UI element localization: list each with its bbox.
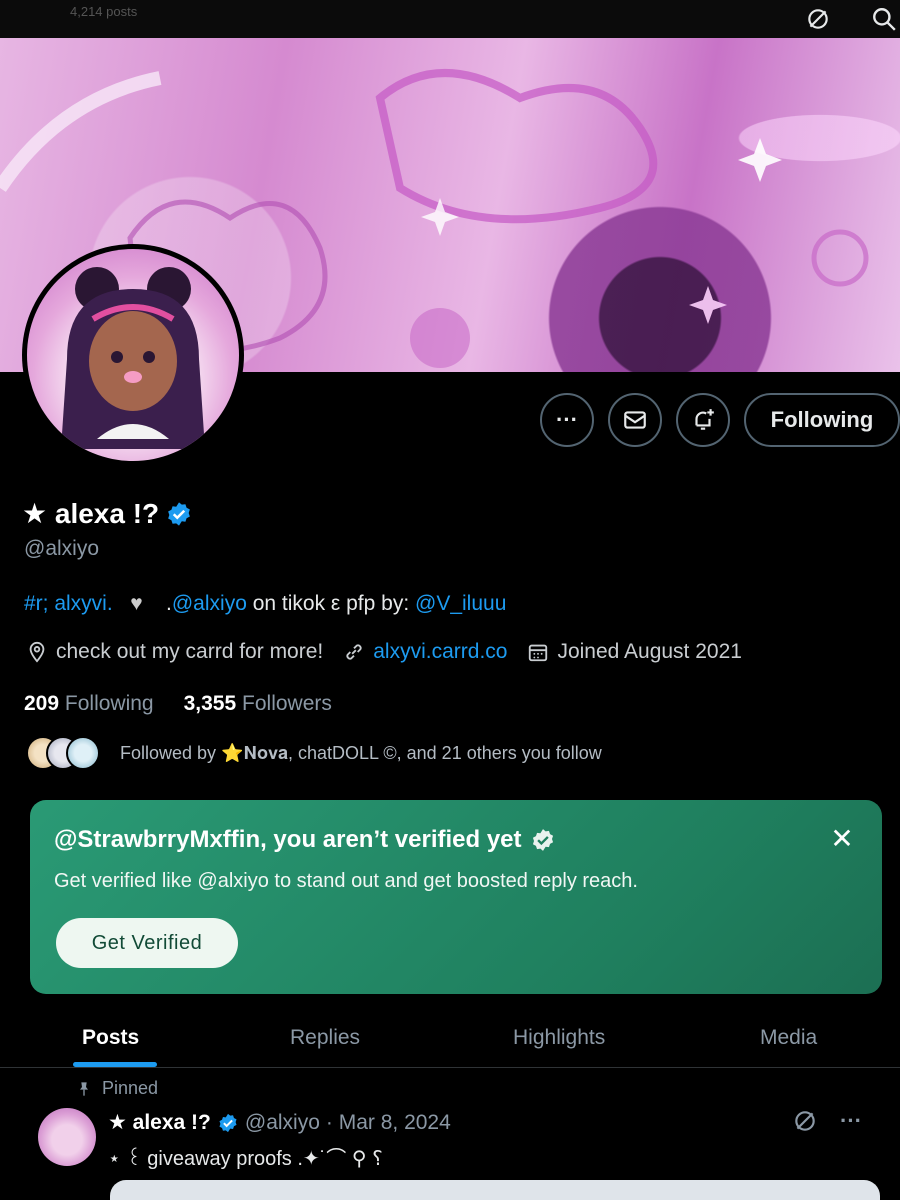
grok-icon[interactable]	[800, 2, 836, 36]
search-icon[interactable]	[866, 2, 900, 36]
bio-credit[interactable]: @V_iluuu	[415, 592, 506, 615]
name-row: ★ alexa !?	[22, 497, 193, 530]
verification-prompt-card: @StrawbrryMxffin, you aren’t verified ye…	[30, 800, 882, 994]
verify-card-title-row: @StrawbrryMxffin, you aren’t verified ye…	[54, 826, 556, 854]
calendar-icon	[529, 644, 548, 662]
tab-highlights[interactable]: Highlights	[513, 1008, 605, 1068]
followers-count: 3,355	[183, 692, 237, 715]
profile-avatar[interactable]	[22, 244, 244, 466]
profile-bio: #r; alxyvi. ♥ .@alxiyo on tikok ε pfp by…	[24, 592, 506, 616]
profile-handle: @alxiyo	[24, 537, 100, 560]
tab-posts[interactable]: Posts	[82, 1008, 139, 1068]
close-icon[interactable]: ✕	[826, 822, 858, 854]
bio-mid-text: on tikok ε pfp by:	[246, 592, 415, 615]
verified-badge-icon	[219, 1113, 237, 1132]
message-button[interactable]	[608, 393, 662, 447]
tab-media[interactable]: Media	[760, 1008, 817, 1068]
verify-card-subtitle: Get verified like @alxiyo to stand out a…	[54, 870, 638, 892]
grok-icon[interactable]	[792, 1108, 818, 1134]
followers-stat-label: Followers	[242, 692, 332, 715]
bio-heart: ♥	[130, 592, 143, 615]
more-options-label: ···	[556, 407, 578, 432]
post-header: ★ alexa !? @alxiyo · Mar 8, 2024	[108, 1110, 451, 1135]
pinned-indicator: Pinned	[76, 1078, 158, 1099]
mail-icon	[624, 411, 646, 429]
post-author-handle[interactable]: @alxiyo	[245, 1111, 320, 1135]
website-item[interactable]: alxyvi.carrd.co	[343, 640, 507, 664]
post-actions: ···	[792, 1108, 862, 1134]
tab-replies[interactable]: Replies	[290, 1008, 360, 1068]
joined-item: Joined August 2021	[527, 640, 742, 664]
joined-text: Joined August 2021	[557, 640, 742, 663]
following-count: 209	[24, 692, 60, 715]
top-bar: 4,214 posts	[0, 0, 900, 38]
post-more-options[interactable]: ···	[840, 1108, 862, 1134]
notify-button[interactable]	[676, 393, 730, 447]
active-tab-indicator	[73, 1062, 157, 1067]
top-bar-title: 4,214 posts	[70, 4, 138, 19]
pinned-label: Pinned	[102, 1078, 159, 1098]
verified-check-icon	[532, 829, 553, 851]
location-item: check out my carrd for more!	[26, 640, 323, 664]
website-link[interactable]: alxyvi.carrd.co	[373, 640, 507, 664]
bio-hashtag[interactable]: #r; alxyvi.	[24, 592, 113, 615]
more-options-button[interactable]: ···	[540, 393, 594, 447]
followers-stat[interactable]: 3,355 Followers	[184, 692, 332, 716]
profile-tabs: Posts Replies Highlights Media	[0, 1008, 900, 1068]
pin-icon	[80, 1081, 88, 1096]
location-text: check out my carrd for more!	[56, 640, 324, 663]
post-avatar[interactable]	[38, 1108, 96, 1166]
verified-badge-icon	[165, 500, 193, 528]
following-button[interactable]: Following	[744, 393, 900, 447]
following-stat-label: Following	[64, 692, 154, 715]
get-verified-button[interactable]: Get Verified	[56, 918, 238, 968]
follow-stats: 209 Following 3,355 Followers	[24, 692, 332, 716]
display-name: ★ alexa !?	[22, 498, 160, 529]
profile-meta: check out my carrd for more! alxyvi.carr…	[26, 640, 762, 664]
following-stat[interactable]: 209 Following	[24, 692, 154, 716]
post-author-name[interactable]: ★ alexa !?	[108, 1110, 211, 1135]
link-icon	[346, 644, 362, 660]
follower-avatar	[66, 736, 100, 770]
post-text: ⋆ ꒰ giveaway proofs .✦˙⌒ ⚲ ؟	[108, 1148, 383, 1170]
location-pin-icon	[29, 641, 45, 663]
bell-plus-icon	[695, 409, 714, 430]
following-button-label: Following	[770, 407, 874, 432]
post-media-preview[interactable]	[110, 1180, 880, 1200]
bio-mention[interactable]: @alxiyo	[172, 592, 247, 615]
follower-avatars	[26, 736, 102, 770]
followed-by-row[interactable]: Followed by ⭐𝐍𝐨𝐯𝐚, chatDOLL ©, and 21 ot…	[26, 736, 602, 770]
post-date[interactable]: · Mar 8, 2024	[326, 1111, 451, 1135]
followed-by-text: Followed by ⭐𝐍𝐨𝐯𝐚, chatDOLL ©, and 21 ot…	[120, 742, 602, 763]
verify-card-title: @StrawbrryMxffin, you aren’t verified ye…	[54, 826, 522, 853]
